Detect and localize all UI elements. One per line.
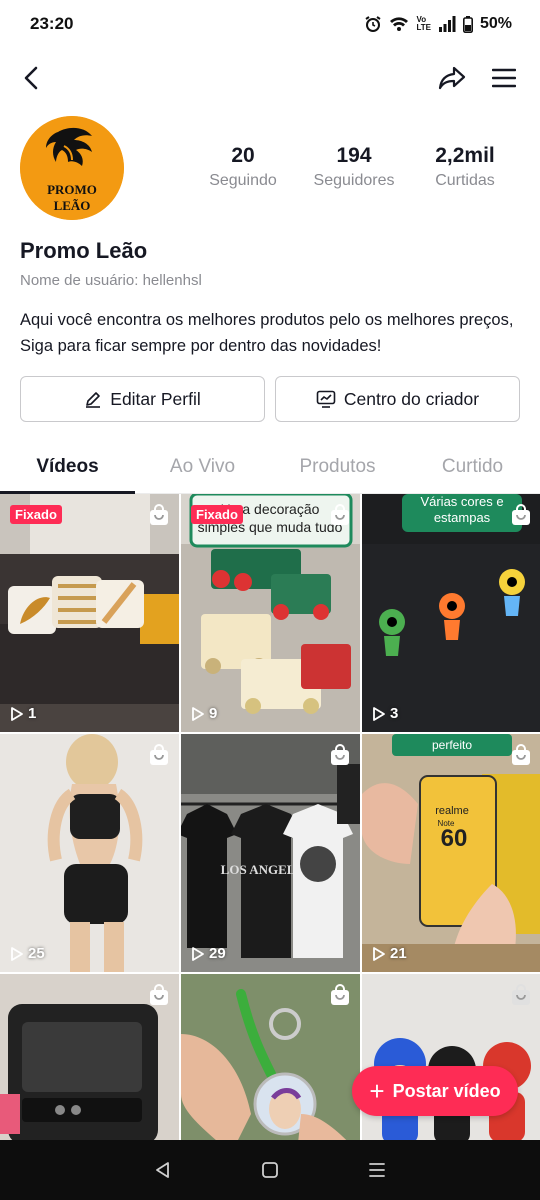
outfit-thumbnail [0,734,179,972]
system-back-button[interactable] [143,1150,183,1190]
play-icon [11,946,23,961]
video-thumbnail[interactable] [181,974,360,1140]
tshirt-thumbnail: Várias cores e estampas [362,494,540,732]
stat-label: Seguindo [209,172,277,189]
battery-percent: 50% [479,15,512,32]
stat-value: 2,2mil [435,144,495,167]
view-count: 25 [10,945,45,962]
play-icon [192,706,204,721]
status-icons: Vo LTE 50% [364,15,512,33]
status-time: 23:20 [30,14,74,33]
shopping-bag-icon [150,744,168,765]
tab-liked[interactable]: Curtido [405,440,540,494]
overlay-line-2: estampas [434,510,491,525]
video-thumbnail[interactable]: perfeito realme Note 60 21 [362,734,540,972]
tab-live[interactable]: Ao Vivo [135,440,270,494]
volte-icon: Vo LTE [416,15,431,32]
overlay-line-1: Várias cores e [420,494,503,509]
stat-label: Curtidas [435,172,495,189]
top-nav [0,54,540,102]
play-icon [192,946,204,961]
shopping-bag-icon [512,984,530,1005]
view-count: 21 [372,945,407,962]
profile-stats: 20 Seguindo 194 Seguidores 2,2mil Curtid… [188,144,520,190]
bio: Aqui você encontra os melhores produtos … [20,311,514,355]
video-thumbnail[interactable] [0,974,179,1140]
back-button[interactable] [14,60,50,96]
tab-products[interactable]: Produtos [270,440,405,494]
play-icon [373,706,385,721]
video-thumbnail[interactable]: Várias cores e estampas 3 [362,494,540,732]
video-thumbnail[interactable]: Uma decoração simples que muda tudo Fixa… [181,494,360,732]
system-home-button[interactable] [250,1150,290,1190]
shopping-bag-icon [150,504,168,525]
phone-brand: realme [435,805,469,817]
play-icon [11,706,23,721]
pencil-icon [86,392,101,408]
stat-label: Seguidores [313,172,395,189]
shopping-bag-icon [331,744,349,765]
christmas-train-thumbnail: Uma decoração simples que muda tudo [181,494,360,732]
edit-profile-label: Editar Perfil [110,388,201,409]
shopping-bag-icon [512,744,530,765]
lion-logo-icon: PROMO LEÃO [20,116,124,220]
overlay-text: perfeito [432,738,472,752]
creator-center-button[interactable]: Centro do criador [275,376,520,422]
shopping-bag-icon [512,504,530,525]
triangle-back-icon [156,1162,170,1178]
alarm-icon [365,16,382,32]
menu-button[interactable] [486,60,522,96]
view-count: 29 [191,945,226,962]
pinned-badge: Fixado [10,505,62,524]
sofa-thumbnail [0,494,179,732]
hamburger-icon [492,68,516,88]
status-bar: 23:20 Vo LTE 50% [0,0,540,48]
battery-icon [462,15,473,33]
avatar[interactable]: PROMO LEÃO [20,116,124,220]
username: Nome de usuário: hellenhsl [20,272,202,289]
video-thumbnail[interactable]: 25 [0,734,179,972]
signal-icon [438,16,456,32]
phone-number: 60 [441,825,468,852]
stat-value: 194 [336,144,372,167]
video-grid: Fixado 1 Uma decoração simples que muda … [0,494,540,1140]
creator-center-label: Centro do criador [343,388,480,409]
share-icon [438,66,466,90]
phone-thumbnail: perfeito realme Note 60 [362,734,540,972]
chevron-left-icon [24,66,38,90]
tab-videos[interactable]: Vídeos [0,440,135,494]
shopping-bag-icon [331,504,349,525]
profile-name: Promo Leão [20,238,148,263]
pinned-badge: Fixado [191,505,243,524]
avatar-text-1: PROMO [47,182,97,197]
stat-value: 20 [231,144,255,167]
video-thumbnail[interactable]: Fixado 1 [0,494,179,732]
analytics-icon [316,390,336,408]
view-count: 9 [191,705,217,722]
view-count: 1 [10,705,36,722]
square-home-icon [262,1162,278,1178]
wifi-icon [390,17,409,31]
post-video-button[interactable]: + Postar vídeo [352,1066,518,1116]
play-icon [373,946,385,961]
system-recents-button[interactable] [357,1150,397,1190]
edit-profile-button[interactable]: Editar Perfil [20,376,265,422]
plus-icon: + [369,1076,385,1106]
stat-following[interactable]: 20 Seguindo [188,144,298,190]
post-video-label: Postar vídeo [392,1080,501,1101]
view-count: 3 [372,705,398,722]
share-button[interactable] [434,60,470,96]
recents-icon [368,1163,385,1177]
system-nav-bar [0,1140,540,1200]
shopping-bag-icon [150,984,168,1005]
shirts-rack-thumbnail: LOS ANGELES [181,734,360,972]
shopping-bag-icon [331,984,349,1005]
profile-tabs: Vídeos Ao Vivo Produtos Curtido [0,440,540,494]
stat-followers[interactable]: 194 Seguidores [299,144,409,190]
video-thumbnail[interactable]: LOS ANGELES 29 [181,734,360,972]
stat-likes[interactable]: 2,2mil Curtidas [410,144,520,190]
avatar-text-2: LEÃO [54,198,91,213]
